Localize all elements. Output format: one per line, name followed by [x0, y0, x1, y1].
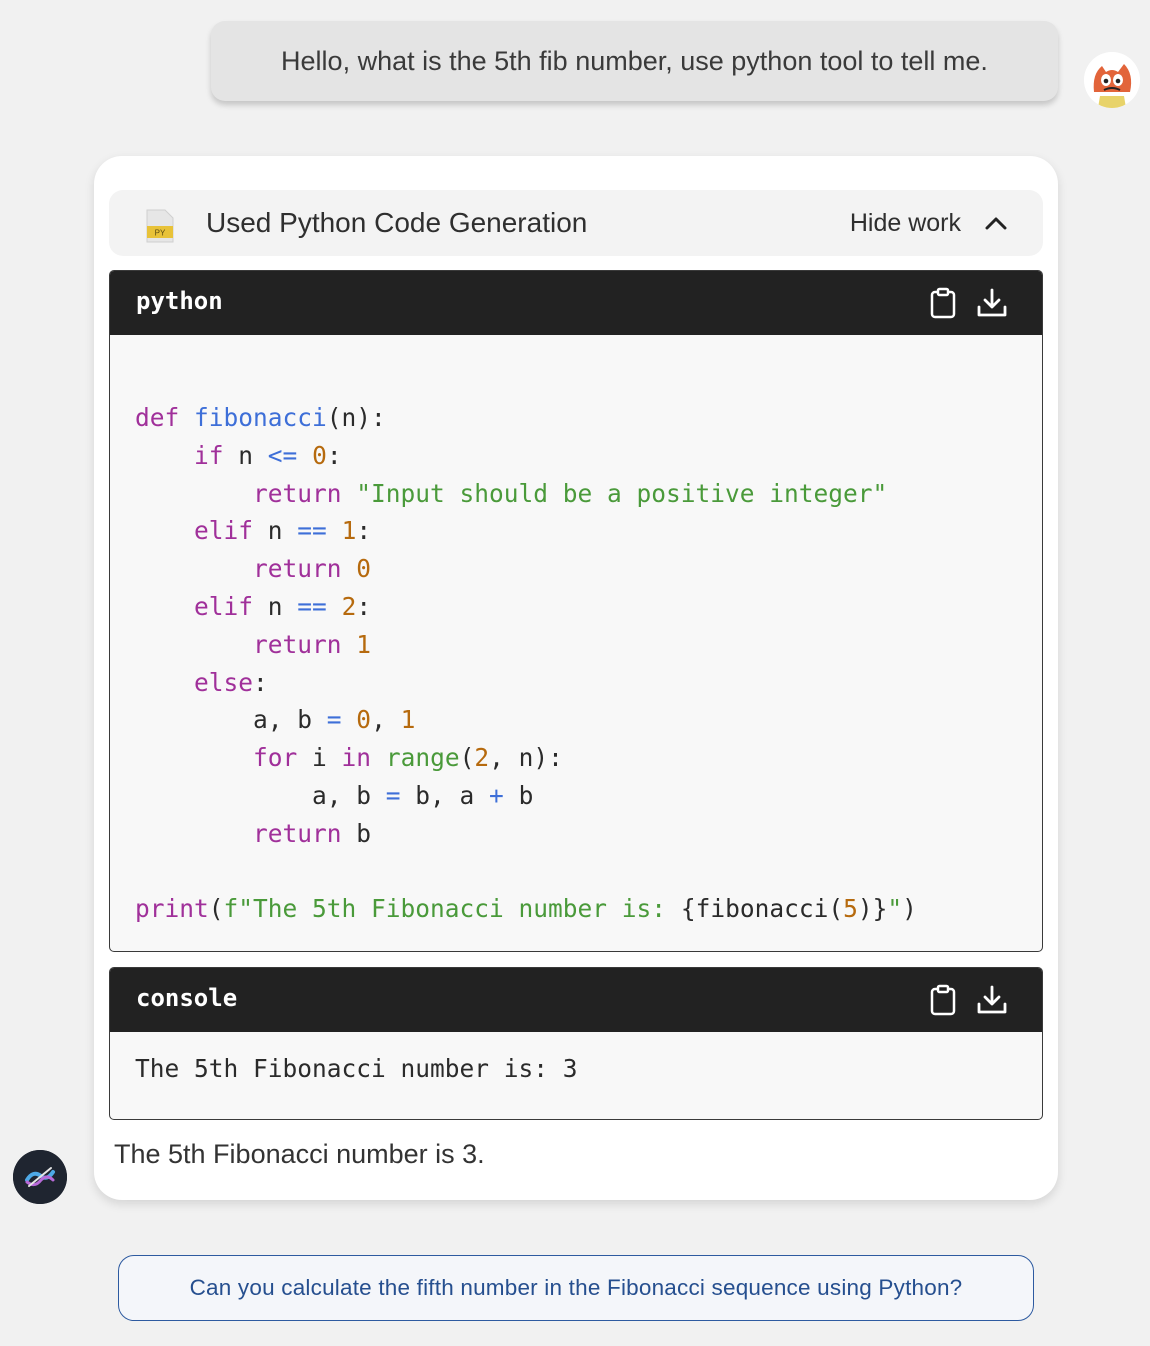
- assistant-response-card: PY Used Python Code Generation Hide work…: [94, 156, 1058, 1200]
- code-line: for i in range(2, n):: [253, 743, 563, 773]
- python-file-icon-label: PY: [155, 229, 166, 238]
- code-line: def fibonacci(n):: [135, 403, 386, 432]
- console-block-header: console: [110, 968, 1042, 1032]
- code-line: elif n == 2:: [194, 591, 372, 621]
- assistant-avatar: [13, 1150, 67, 1204]
- tool-usage-header[interactable]: PY Used Python Code Generation Hide work: [109, 190, 1043, 256]
- code-line: elif n == 1:: [194, 516, 372, 546]
- hide-work-label: Hide work: [849, 208, 961, 237]
- code-line: a, b = 0, 1: [135, 705, 416, 735]
- python-file-icon: PY: [146, 209, 174, 243]
- python-code-block: python def fibonacci(n): if n <= 0: retu…: [109, 270, 1043, 952]
- code-line: else:: [194, 667, 268, 697]
- copy-clipboard-icon[interactable]: [930, 287, 956, 319]
- console-output-text: The 5th Fibonacci number is: 3: [135, 1054, 578, 1083]
- assistant-answer-text: The 5th Fibonacci number is 3.: [114, 1139, 485, 1169]
- cartoon-cat-avatar-icon: [1084, 52, 1140, 108]
- code-line: if n <= 0:: [194, 440, 342, 470]
- code-line: print(f"The 5th Fibonacci number is: {fi…: [135, 894, 917, 924]
- user-message-text: Hello, what is the 5th fib number, use p…: [281, 45, 988, 76]
- suggested-prompt-text: Can you calculate the fifth number in th…: [189, 1275, 963, 1300]
- suggested-prompt-chip[interactable]: Can you calculate the fifth number in th…: [118, 1255, 1034, 1321]
- download-icon[interactable]: [976, 287, 1008, 319]
- code-line: return b: [253, 818, 372, 848]
- user-message-bubble: Hello, what is the 5th fib number, use p…: [211, 21, 1058, 101]
- tool-title: Used Python Code Generation: [206, 207, 588, 238]
- console-label: console: [136, 984, 238, 1012]
- code-line: return 0: [253, 554, 372, 584]
- chevron-up-icon: [985, 217, 1007, 230]
- assistant-logo-icon: [13, 1150, 67, 1204]
- copy-clipboard-icon[interactable]: [930, 984, 956, 1016]
- hide-work-toggle[interactable]: Hide work: [850, 190, 1007, 256]
- download-icon[interactable]: [976, 984, 1008, 1016]
- code-language-label: python: [136, 287, 223, 315]
- code-line: return "Input should be a positive integ…: [253, 478, 888, 508]
- code-line: a, b = b, a + b: [135, 780, 534, 810]
- code-block-header: python: [110, 271, 1042, 335]
- code-line: return 1: [253, 629, 372, 659]
- code-content: def fibonacci(n): if n <= 0: return "Inp…: [135, 337, 1032, 928]
- user-avatar[interactable]: [1084, 52, 1140, 108]
- console-output-block: console The 5th Fibonacci number is: 3: [109, 967, 1043, 1120]
